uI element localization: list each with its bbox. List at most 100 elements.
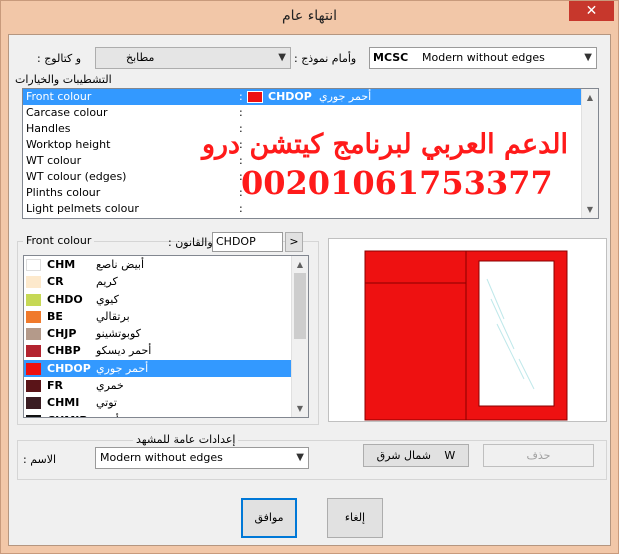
property-colon: : (239, 106, 243, 119)
properties-list[interactable]: Front colour: CHDOP أحمر جوري Carcase colou… (22, 88, 599, 219)
property-label: Carcase colour (26, 106, 108, 119)
code-label: والقانون : (168, 236, 213, 249)
property-label: Plinths colour (26, 186, 101, 199)
scroll-down-icon[interactable]: ▼ (582, 201, 598, 218)
catalog-value: مطابخ (126, 51, 155, 64)
colour-name: كوبوتشينو (96, 327, 141, 341)
colour-name: توتي (96, 396, 117, 410)
scene-name-label: الاسم : (23, 453, 57, 466)
catalog-select[interactable]: مطابخ ▼ (95, 47, 291, 69)
chevron-down-icon: ▼ (584, 52, 592, 63)
property-label: WT colour (26, 154, 82, 167)
colour-name: كريم (96, 275, 118, 289)
model-value: Modern without edges (422, 51, 545, 64)
scroll-thumb[interactable] (584, 106, 596, 186)
colour-name: أحمر ديسكو (96, 344, 152, 358)
colour-name: أبيض ناصع (96, 258, 145, 271)
colour-swatch (26, 414, 41, 417)
delete-button[interactable]: حذف (483, 444, 594, 467)
properties-scrollbar[interactable]: ▲ ▼ (581, 89, 598, 218)
scroll-up-icon[interactable]: ▲ (582, 89, 598, 106)
chevron-down-icon: ▼ (296, 452, 304, 463)
colour-code: FR (47, 379, 63, 393)
property-label: WT colour (edges) (26, 170, 127, 183)
scroll-down-icon[interactable]: ▼ (292, 400, 308, 417)
property-colon: : (239, 202, 243, 215)
colour-swatch (26, 310, 41, 323)
colour-row[interactable]: FR خمري (24, 377, 308, 394)
dialog-body: MCSC Modern without edges ▼ وأمام نموذج … (8, 34, 611, 546)
colour-row[interactable]: CHMIP أسود (24, 412, 308, 417)
colour-name: أسود (96, 412, 119, 417)
colour-code: CHBP (47, 344, 81, 358)
property-label: Worktop height (26, 138, 111, 151)
model-select[interactable]: MCSC Modern without edges ▼ (369, 47, 597, 69)
chevron-down-icon: ▼ (278, 52, 286, 63)
code-input[interactable]: CHDOP (212, 232, 283, 252)
cancel-label: إلغاء (344, 511, 366, 524)
north-east-key: W (444, 449, 456, 462)
colour-row[interactable]: CHMI توتي (24, 394, 308, 411)
north-east-button[interactable]: شمال شرق W (363, 444, 469, 467)
scroll-up-icon[interactable]: ▲ (292, 256, 308, 273)
finishes-header: التشطيبات والخيارات (15, 73, 112, 86)
colour-name: كيوي (96, 292, 119, 306)
property-row[interactable]: Light pelmets colour: (23, 201, 598, 217)
colour-code: CR (47, 275, 64, 289)
colour-swatch (26, 293, 41, 306)
colour-swatch (26, 362, 41, 375)
property-code: CHDOP (268, 90, 312, 103)
model-code: MCSC (373, 51, 409, 64)
ok-label: موافق (254, 511, 284, 524)
colour-row[interactable]: CHBP أحمر ديسكو (24, 342, 308, 359)
catalog-label: و كتالوج : (37, 52, 82, 65)
go-button[interactable]: > (285, 232, 303, 252)
colour-row[interactable]: CHDO كيوي (24, 291, 308, 308)
property-row[interactable]: Carcase colour: (23, 105, 598, 121)
colour-row[interactable]: CR كريم (24, 273, 308, 290)
cabinet-preview (364, 250, 568, 421)
scroll-thumb[interactable] (294, 273, 306, 339)
property-row[interactable]: Front colour: CHDOP أحمر جوري (23, 89, 598, 105)
scene-name-select[interactable]: Modern without edges ▼ (95, 447, 309, 469)
cancel-button[interactable]: إلغاء (327, 498, 383, 538)
colour-list[interactable]: CHM أبيض ناصع CR كريم CHDO كيوي BE برتقالي CHJP ك… (23, 255, 309, 418)
property-label: Light pelmets colour (26, 202, 139, 215)
colour-code: CHJP (47, 327, 77, 341)
colour-panel-title: Front colour (23, 234, 95, 247)
property-label: Handles (26, 122, 71, 135)
property-value-name: أحمر جوري (319, 90, 372, 103)
colour-swatch (26, 328, 41, 341)
colour-swatch (26, 276, 41, 289)
delete-label: حذف (526, 449, 551, 462)
colour-row[interactable]: CHJP كوبوتشينو (24, 325, 308, 342)
colour-code: BE (47, 309, 63, 323)
colour-swatch (26, 380, 41, 393)
colour-swatch (26, 259, 41, 271)
model-label: وأمام نموذج : (294, 52, 357, 65)
close-icon: ✕ (585, 3, 598, 19)
scene-name-value: Modern without edges (100, 451, 223, 464)
colour-name: برتقالي (96, 309, 130, 323)
colour-row[interactable]: CHM أبيض ناصع (24, 256, 308, 273)
go-label: > (289, 235, 299, 248)
colour-swatch (26, 397, 41, 410)
colour-row[interactable]: BE برتقالي (24, 308, 308, 325)
property-swatch (247, 91, 263, 103)
colour-code: CHM (47, 258, 76, 271)
close-button[interactable]: ✕ (569, 1, 614, 21)
ok-button[interactable]: موافق (241, 498, 297, 538)
scene-header: إعدادات عامة للمشهد (133, 433, 239, 446)
colour-row[interactable]: CHDOP أحمر جوري (24, 359, 308, 378)
property-label: Front colour (26, 90, 92, 103)
watermark-phone: 00201061753377 (241, 164, 553, 202)
preview-pane (328, 238, 607, 422)
colour-name: أحمر جوري (96, 361, 149, 375)
dialog-window: انتهاء عام ✕ MCSC Modern without edges ▼… (0, 0, 619, 554)
colour-scrollbar[interactable]: ▲ ▼ (291, 256, 308, 417)
window-title: انتهاء عام (281, 8, 338, 24)
colour-name: خمري (96, 379, 124, 393)
colour-rows: CHM أبيض ناصع CR كريم CHDO كيوي BE برتقالي CHJP ك… (24, 256, 308, 417)
property-colon: : (239, 90, 243, 103)
north-east-label: شمال شرق (376, 449, 431, 462)
